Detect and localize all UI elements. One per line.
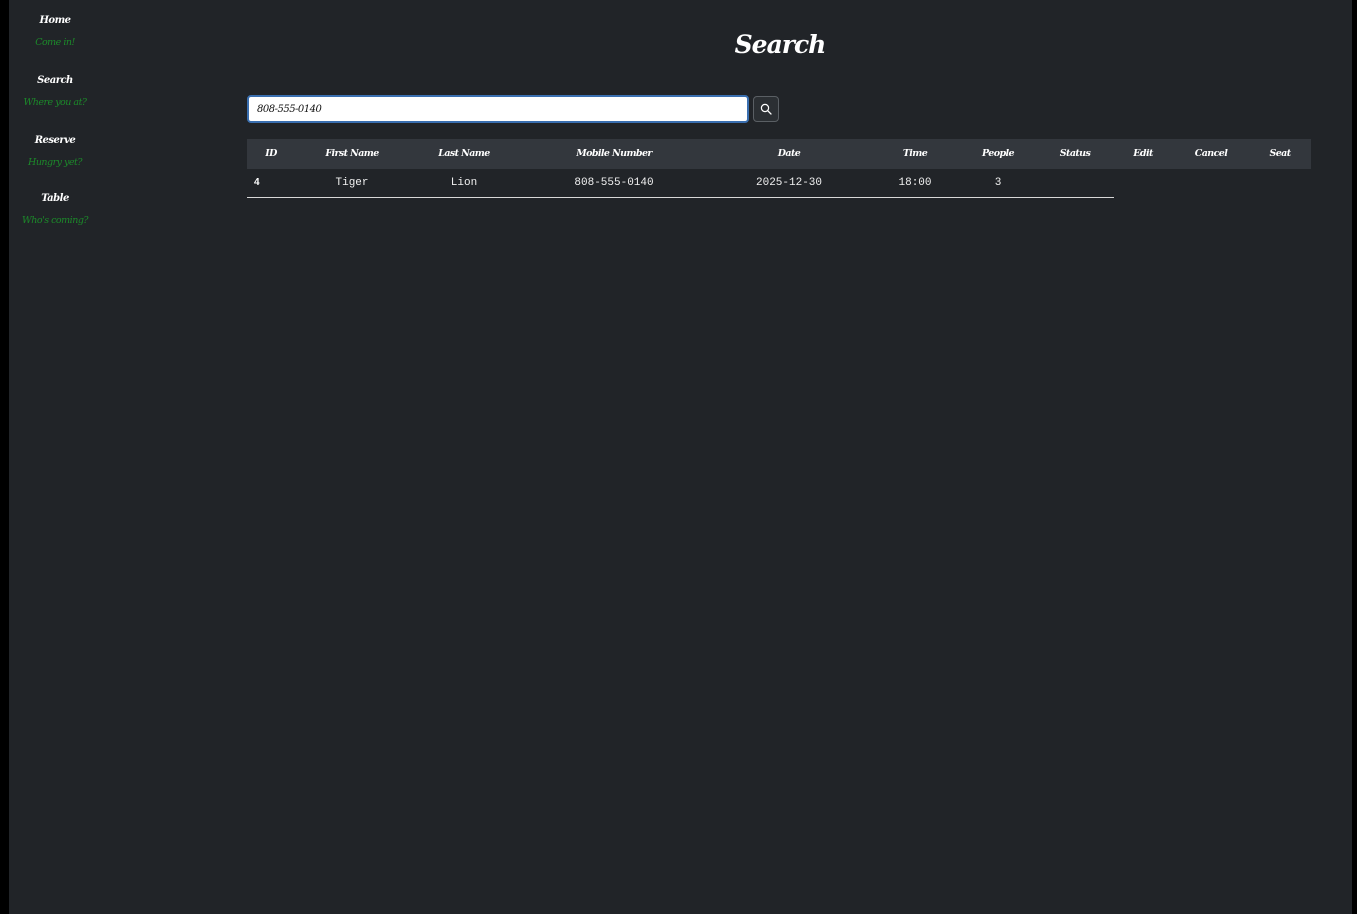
left-edge bbox=[0, 0, 9, 914]
nav-subtitle-home: Come in! bbox=[35, 37, 75, 48]
column-header-time: Time bbox=[902, 148, 928, 159]
column-header-date: Date bbox=[777, 148, 801, 159]
column-header-first-name: First Name bbox=[325, 148, 379, 159]
search-icon bbox=[760, 103, 772, 115]
nav-item-search[interactable]: Search Where you at? bbox=[9, 74, 101, 110]
search-button[interactable] bbox=[753, 96, 779, 122]
column-header-seat: Seat bbox=[1269, 148, 1291, 159]
column-header-mobile-number: Mobile Number bbox=[576, 148, 652, 159]
page-title: Search bbox=[734, 30, 827, 59]
cell-people: 3 bbox=[994, 177, 1002, 189]
nav-subtitle-reserve: Hungry yet? bbox=[28, 157, 82, 168]
cell-last-name: Lion bbox=[450, 177, 478, 189]
column-header-status: Status bbox=[1059, 148, 1091, 159]
cell-time: 18:00 bbox=[898, 177, 932, 189]
cell-id: 4 bbox=[254, 177, 260, 188]
nav-title-home: Home bbox=[39, 15, 71, 26]
nav-item-home[interactable]: Home Come in! bbox=[9, 14, 101, 50]
nav-item-table[interactable]: Table Who's coming? bbox=[9, 192, 101, 228]
column-header-last-name: Last Name bbox=[438, 148, 490, 159]
row-divider bbox=[247, 197, 1114, 198]
nav-subtitle-search: Where you at? bbox=[23, 97, 88, 108]
cell-first-name: Tiger bbox=[335, 177, 369, 189]
sidebar: Home Come in! Search Where you at? Reser… bbox=[9, 0, 101, 914]
column-header-id: ID bbox=[265, 148, 277, 159]
column-header-edit: Edit bbox=[1133, 148, 1153, 159]
right-edge bbox=[1352, 0, 1357, 914]
nav-subtitle-table: Who's coming? bbox=[22, 215, 89, 226]
nav-title-search: Search bbox=[37, 75, 73, 86]
cell-date: 2025-12-30 bbox=[755, 177, 823, 189]
column-header-cancel: Cancel bbox=[1194, 148, 1228, 159]
search-input[interactable] bbox=[247, 95, 749, 123]
nav-title-reserve: Reserve bbox=[34, 135, 76, 146]
nav-item-reserve[interactable]: Reserve Hungry yet? bbox=[9, 134, 101, 170]
cell-mobile-number: 808-555-0140 bbox=[574, 177, 654, 189]
column-header-people: People bbox=[982, 148, 1015, 159]
nav-title-table: Table bbox=[41, 193, 69, 204]
